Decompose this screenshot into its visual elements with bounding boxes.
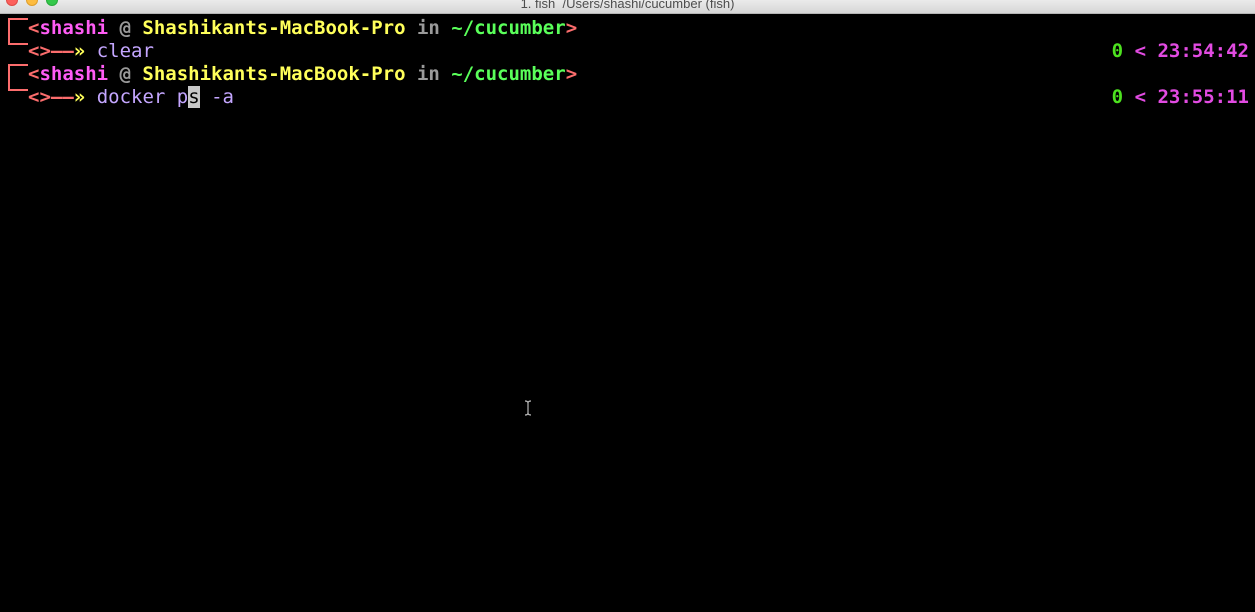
prompt-host: Shashikants-MacBook-Pro [142,63,406,85]
prompt-close-bracket: > [565,63,578,85]
prompt-open-bracket: < [28,17,40,39]
prompt-user: shashi [39,63,109,85]
text-cursor: s [188,86,200,108]
prompt-line: <shashi @ Shashikants-MacBook-Pro in ~/c… [0,17,1255,40]
window-titlebar[interactable]: 1. fish /Users/shashi/cucumber (fish) [0,0,1255,14]
status-separator: < [1134,86,1147,108]
command-line[interactable]: <>——» docker ps -a 0 < 23:55:11 [0,86,1255,109]
command-input-before-cursor[interactable]: docker p [97,86,189,108]
prompt-arrow-line: —— [50,40,74,62]
prompt-in: in [405,17,452,39]
status-separator: < [1134,40,1147,62]
prompt-arrow-mark: » [73,86,86,108]
prompt-path: ~/cucumber [451,63,566,85]
prompt-close-bracket: > [565,17,578,39]
prompt-user: shashi [39,17,109,39]
exit-status: 0 [1111,40,1124,62]
command-line: <>——» clear 0 < 23:54:42 [0,40,1255,63]
command-input-after-cursor[interactable]: -a [200,86,234,108]
prompt-host: Shashikants-MacBook-Pro [142,17,406,39]
prompt-arrow-line: —— [50,86,74,108]
prompt-line: <shashi @ Shashikants-MacBook-Pro in ~/c… [0,63,1255,86]
prompt-open-bracket: < [28,63,40,85]
terminal-output[interactable]: <shashi @ Shashikants-MacBook-Pro in ~/c… [0,14,1255,612]
prompt-at: @ [108,17,143,39]
prompt-arrow-prefix: <> [28,40,51,62]
exit-status: 0 [1111,86,1124,108]
window-title: 1. fish /Users/shashi/cucumber (fish) [520,0,735,11]
prompt-arrow-prefix: <> [28,86,51,108]
command-timestamp: 23:54:42 [1157,40,1249,62]
command-text: clear [96,40,154,62]
prompt-at: @ [108,63,143,85]
prompt-path: ~/cucumber [451,17,566,39]
prompt-arrow-mark: » [73,40,86,62]
mouse-ibeam-cursor-icon [524,400,532,416]
prompt-in: in [405,63,452,85]
command-timestamp: 23:55:11 [1157,86,1249,108]
